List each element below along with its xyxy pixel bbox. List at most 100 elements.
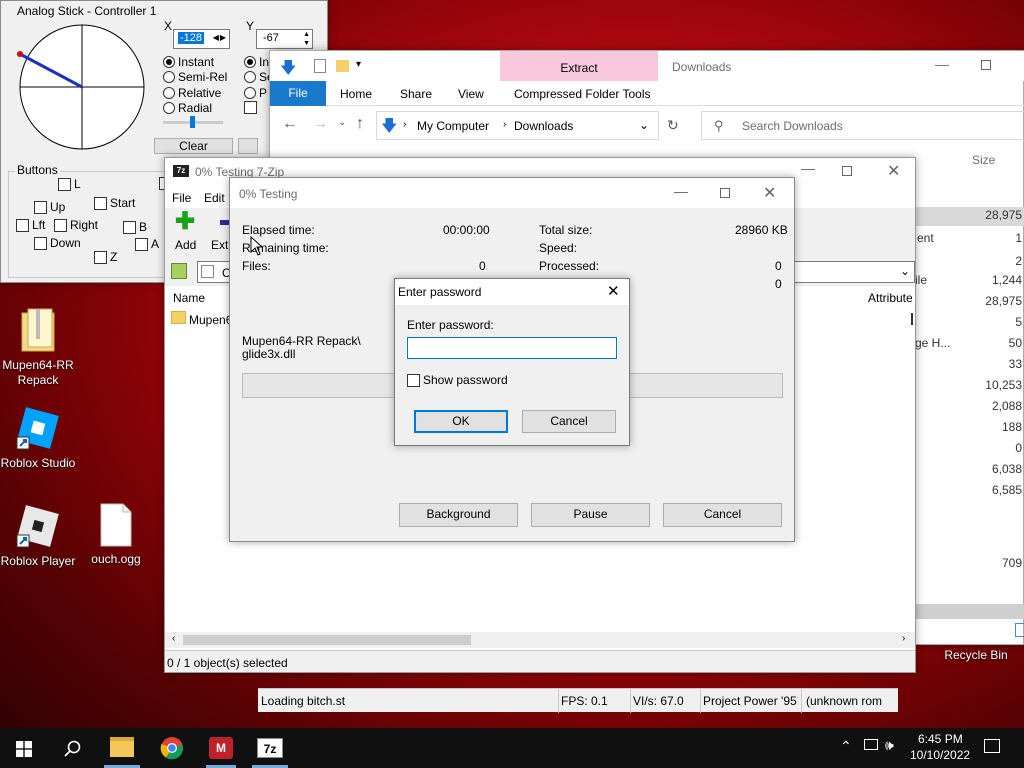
spin-arrows-icon[interactable]: ◀▶ [213, 33, 227, 42]
menu-edit[interactable]: Edit [204, 191, 225, 205]
maximize-icon[interactable] [981, 60, 991, 70]
maximize-icon[interactable] [720, 188, 730, 198]
mode2-p[interactable]: P [244, 86, 267, 100]
mode-semi-rel[interactable]: Semi-Rel [163, 70, 227, 84]
scroll-right-icon[interactable]: › [902, 633, 905, 644]
minimize-icon[interactable]: — [801, 160, 815, 176]
new-folder-icon[interactable] [336, 60, 349, 72]
sevenzip-taskbar-icon[interactable]: 7z [257, 738, 283, 758]
btn-a[interactable]: A [135, 237, 159, 251]
clear-button[interactable]: Clear [154, 138, 233, 154]
tab-view[interactable]: View [458, 87, 484, 101]
tab-compressed-folder-tools[interactable]: Compressed Folder Tools [514, 87, 651, 101]
y-label: Y [246, 19, 255, 33]
volume-icon[interactable]: 🕪 [885, 737, 894, 754]
desktop-icon-ouch[interactable]: ouch.ogg [78, 503, 154, 566]
quick-access-dropdown-icon[interactable]: ▾ [356, 59, 361, 70]
file-explorer-taskbar-icon[interactable] [110, 737, 134, 757]
path-dropdown-icon[interactable]: ⌄ [900, 264, 910, 278]
search-icon[interactable] [64, 740, 82, 758]
address-bar[interactable]: 🡇 › My Computer › Downloads ⌄ [376, 111, 659, 140]
pause-button[interactable]: Pause [531, 503, 650, 527]
btn-z[interactable]: Z [94, 250, 117, 264]
btn-down[interactable]: Down [34, 236, 81, 250]
clock-time[interactable]: 6:45 PM [918, 732, 963, 746]
btn-left[interactable]: Lft [16, 218, 45, 232]
mode-instant[interactable]: Instant [163, 55, 214, 69]
mode-radial[interactable]: Radial [163, 101, 212, 115]
close-icon[interactable]: ✕ [887, 161, 900, 181]
scroll-left-icon[interactable]: ‹ [172, 633, 175, 644]
y-value[interactable]: -67 [263, 32, 279, 44]
ok-button[interactable]: OK [414, 410, 508, 433]
list-item[interactable]: Mupen6 [189, 313, 232, 327]
btn-b[interactable]: B [123, 220, 147, 234]
background-button[interactable]: Background [399, 503, 518, 527]
col-name[interactable]: Name [173, 291, 205, 305]
forward-icon[interactable]: → [312, 115, 328, 133]
size-column-header[interactable]: Size [972, 153, 995, 167]
explorer-titlebar: 🡇 ▾ Extract Downloads — [270, 51, 1024, 81]
status-divider [630, 689, 631, 713]
address-dropdown-icon[interactable]: ⌄ [639, 118, 649, 132]
desktop-icon-mupen[interactable]: Mupen64-RR Repack [0, 305, 76, 388]
btn-start[interactable]: Start [94, 196, 135, 210]
close-icon[interactable]: ✕ [763, 183, 776, 203]
horizontal-scrollbar[interactable]: ‹ › [165, 632, 915, 648]
cancel-button[interactable]: Cancel [663, 503, 782, 527]
crumb-my-computer[interactable]: My Computer [417, 119, 489, 133]
crumb-downloads[interactable]: Downloads [514, 119, 573, 133]
sensitivity-slider[interactable] [163, 116, 223, 128]
password-cancel-button[interactable]: Cancel [522, 410, 616, 433]
search-box[interactable]: ⚲ Search Downloads [701, 111, 1024, 140]
extra-button[interactable] [238, 138, 258, 154]
btn-right[interactable]: Right [54, 218, 98, 232]
tab-share[interactable]: Share [400, 87, 432, 101]
show-password-checkbox[interactable]: Show password [407, 373, 508, 387]
mode2-check[interactable] [244, 101, 257, 114]
menu-file[interactable]: File [172, 191, 191, 205]
recent-dropdown-icon[interactable]: ⌄ [338, 117, 346, 128]
desktop-icon-roblox-studio[interactable]: Roblox Studio [0, 405, 76, 470]
btn-up[interactable]: Up [34, 200, 65, 214]
close-icon[interactable]: ✕ [607, 282, 620, 300]
btn-l[interactable]: L [58, 177, 81, 191]
notifications-icon[interactable] [984, 739, 1000, 753]
chrome-icon[interactable] [160, 736, 184, 760]
y-spinbox[interactable]: -67 ▲ ▼ [256, 29, 313, 49]
folder-zip-icon [21, 308, 55, 352]
extract-tab[interactable]: Extract [500, 51, 658, 81]
up-icon[interactable]: ↑ [356, 115, 364, 133]
partial-cell: ge H... [915, 336, 951, 350]
minimize-icon[interactable]: — [674, 183, 688, 199]
tray-chevron-icon[interactable]: ⌃ [840, 738, 852, 755]
scrollbar-thumb[interactable] [183, 635, 471, 645]
x-spinbox[interactable]: -128 ◀▶ [173, 29, 230, 49]
back-icon[interactable]: ← [282, 115, 298, 133]
elapsed-value: 00:00:00 [443, 223, 490, 237]
refresh-icon[interactable]: ↻ [667, 117, 679, 134]
x-value[interactable]: -128 [178, 32, 205, 44]
tab-home[interactable]: Home [340, 87, 372, 101]
tab-file[interactable]: File [270, 81, 326, 106]
network-icon[interactable] [864, 739, 878, 750]
slider-thumb[interactable] [190, 116, 195, 128]
col-attribute[interactable]: Attribute [868, 291, 913, 305]
maximize-icon[interactable] [842, 166, 852, 176]
minimize-icon[interactable]: — [935, 56, 949, 72]
add-icon[interactable]: ✚ [175, 210, 195, 234]
folder-up-icon[interactable] [171, 263, 187, 279]
add-button-label[interactable]: Add [175, 238, 196, 252]
spin-updown-icon[interactable]: ▲ ▼ [303, 30, 310, 48]
password-input[interactable] [407, 337, 617, 359]
windows-start-icon[interactable] [16, 741, 32, 757]
mupen-taskbar-icon[interactable]: M [209, 737, 233, 759]
mode-relative[interactable]: Relative [163, 86, 221, 100]
horizontal-scrollbar[interactable] [916, 604, 1024, 619]
analog-stick-pad[interactable] [17, 23, 147, 151]
view-toggle-icon[interactable] [1015, 623, 1024, 637]
properties-icon[interactable] [314, 59, 326, 73]
x-label: X [164, 19, 173, 33]
desktop-icon-roblox-player[interactable]: Roblox Player [0, 503, 76, 568]
clock-date[interactable]: 10/10/2022 [910, 748, 970, 762]
